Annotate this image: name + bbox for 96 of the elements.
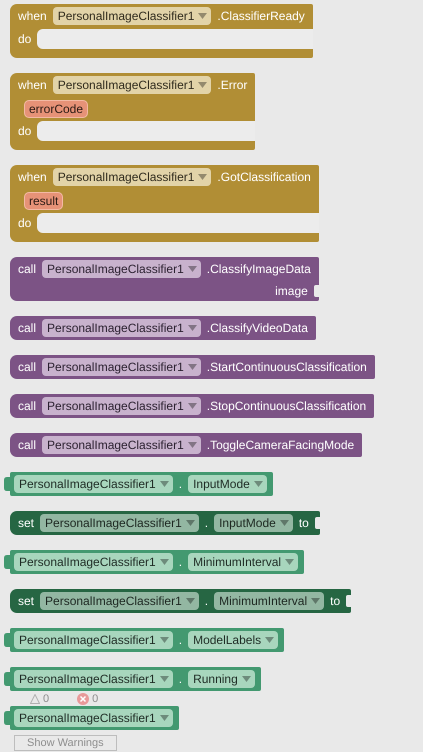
plug-icon	[4, 672, 10, 686]
method-block[interactable]: call PersonalImageClassifier1 .StartContinuousClassification	[10, 355, 375, 379]
component-dropdown[interactable]: PersonalImageClassifier1	[42, 397, 201, 415]
component-dropdown[interactable]: MinimumInterval	[214, 592, 324, 610]
caret-icon	[188, 325, 197, 331]
caret-icon	[160, 481, 169, 487]
block-keyword: when	[18, 9, 47, 23]
caret-icon	[198, 174, 208, 180]
setter-block[interactable]: set PersonalImageClassifier1 . MinimumInterval to	[10, 589, 352, 613]
component-dropdown[interactable]: InputMode	[188, 475, 267, 493]
block-keyword: do	[18, 124, 32, 138]
block-keyword: to	[330, 594, 340, 608]
event-block[interactable]: when PersonalImageClassifier1 .Error errorCode do	[10, 73, 256, 150]
method-name: .ClassifyImageData	[206, 262, 311, 276]
caret-icon	[186, 520, 195, 526]
component-dropdown[interactable]: PersonalImageClassifier1	[40, 514, 199, 532]
plug-icon	[4, 555, 10, 569]
warning-count: 0	[30, 693, 50, 705]
block-keyword: do	[18, 32, 32, 46]
caret-icon	[254, 481, 263, 487]
socket-icon	[346, 595, 352, 607]
event-block[interactable]: when PersonalImageClassifier1 .ClassifierReady do	[10, 4, 313, 58]
method-block[interactable]: call PersonalImageClassifier1 .ToggleCameraFacingMode	[10, 433, 362, 457]
caret-icon	[188, 266, 197, 272]
component-dropdown[interactable]: PersonalImageClassifier1	[42, 436, 201, 454]
component-dropdown[interactable]: PersonalImageClassifier1	[14, 475, 173, 493]
caret-icon	[160, 559, 169, 565]
component-dropdown[interactable]: ModelLabels	[188, 631, 278, 649]
block-keyword: call	[18, 438, 36, 452]
caret-icon	[280, 520, 289, 526]
component-dropdown[interactable]: PersonalImageClassifier1	[42, 358, 201, 376]
caret-icon	[160, 715, 169, 721]
method-name: .StartContinuousClassification	[206, 360, 367, 374]
block-keyword: when	[18, 170, 47, 184]
separator: .	[204, 594, 208, 608]
setter-block[interactable]: set PersonalImageClassifier1 . InputMode to	[10, 511, 320, 535]
caret-icon	[198, 82, 208, 88]
caret-icon	[242, 676, 251, 682]
method-name: .ToggleCameraFacingMode	[206, 438, 354, 452]
method-name: .StopContinuousClassification	[206, 399, 366, 413]
caret-icon	[186, 598, 195, 604]
separator: .	[178, 477, 182, 491]
component-dropdown[interactable]: PersonalImageClassifier1	[14, 631, 173, 649]
plug-icon	[4, 711, 10, 725]
caret-icon	[311, 598, 320, 604]
error-icon	[77, 693, 90, 705]
block-keyword: do	[18, 216, 32, 230]
component-dropdown[interactable]: PersonalImageClassifier1	[52, 76, 212, 94]
component-dropdown[interactable]: InputMode	[214, 514, 293, 532]
caret-icon	[188, 442, 197, 448]
separator: .	[178, 555, 182, 569]
component-dropdown[interactable]: PersonalImageClassifier1	[42, 319, 201, 337]
component-dropdown[interactable]: PersonalImageClassifier1	[14, 670, 173, 688]
component-dropdown[interactable]: PersonalImageClassifier1	[42, 260, 201, 278]
component-dropdown[interactable]: PersonalImageClassifier1	[40, 592, 199, 610]
separator: .	[178, 672, 182, 686]
component-dropdown[interactable]: PersonalImageClassifier1	[52, 7, 212, 25]
caret-icon	[265, 637, 274, 643]
separator: .	[204, 516, 208, 530]
caret-icon	[285, 559, 294, 565]
component-dropdown[interactable]: MinimumInterval	[188, 553, 298, 571]
error-count: 0	[77, 693, 98, 705]
caret-icon	[160, 676, 169, 682]
block-keyword: call	[18, 399, 36, 413]
block-keyword: call	[18, 262, 36, 276]
separator: .	[178, 633, 182, 647]
parameter-chip[interactable]: errorCode	[24, 100, 88, 118]
block-keyword: call	[18, 321, 36, 335]
method-block[interactable]: call PersonalImageClassifier1 .ClassifyImageData image	[10, 257, 319, 301]
caret-icon	[188, 403, 197, 409]
event-name: .ClassifierReady	[217, 9, 305, 23]
plug-icon	[4, 633, 10, 647]
component-dropdown[interactable]: PersonalImageClassifier1	[52, 168, 212, 186]
component-dropdown[interactable]: Running	[188, 670, 255, 688]
caret-icon	[188, 364, 197, 370]
block-keyword: when	[18, 78, 47, 92]
event-name: .Error	[217, 78, 248, 92]
block-keyword: set	[18, 516, 34, 530]
socket-icon	[314, 517, 320, 529]
block-keyword: set	[18, 594, 34, 608]
warning-icon	[30, 694, 40, 704]
component-dropdown[interactable]: PersonalImageClassifier1	[14, 709, 173, 727]
parameter-chip[interactable]: result	[24, 192, 64, 210]
method-name: .ClassifyVideoData	[206, 321, 308, 335]
caret-icon	[160, 637, 169, 643]
method-block[interactable]: call PersonalImageClassifier1 .StopContinuousClassification	[10, 394, 374, 418]
component-dropdown[interactable]: PersonalImageClassifier1	[14, 553, 173, 571]
argument-label: image	[275, 284, 308, 298]
event-name: .GotClassification	[217, 170, 311, 184]
method-block[interactable]: call PersonalImageClassifier1 .ClassifyVideoData	[10, 316, 316, 340]
block-keyword: call	[18, 360, 36, 374]
socket-icon	[314, 285, 319, 297]
block-keyword: to	[298, 516, 309, 530]
caret-icon	[198, 13, 208, 19]
plug-icon	[4, 477, 10, 491]
event-block[interactable]: when PersonalImageClassifier1 .GotClassification result do	[10, 165, 319, 242]
